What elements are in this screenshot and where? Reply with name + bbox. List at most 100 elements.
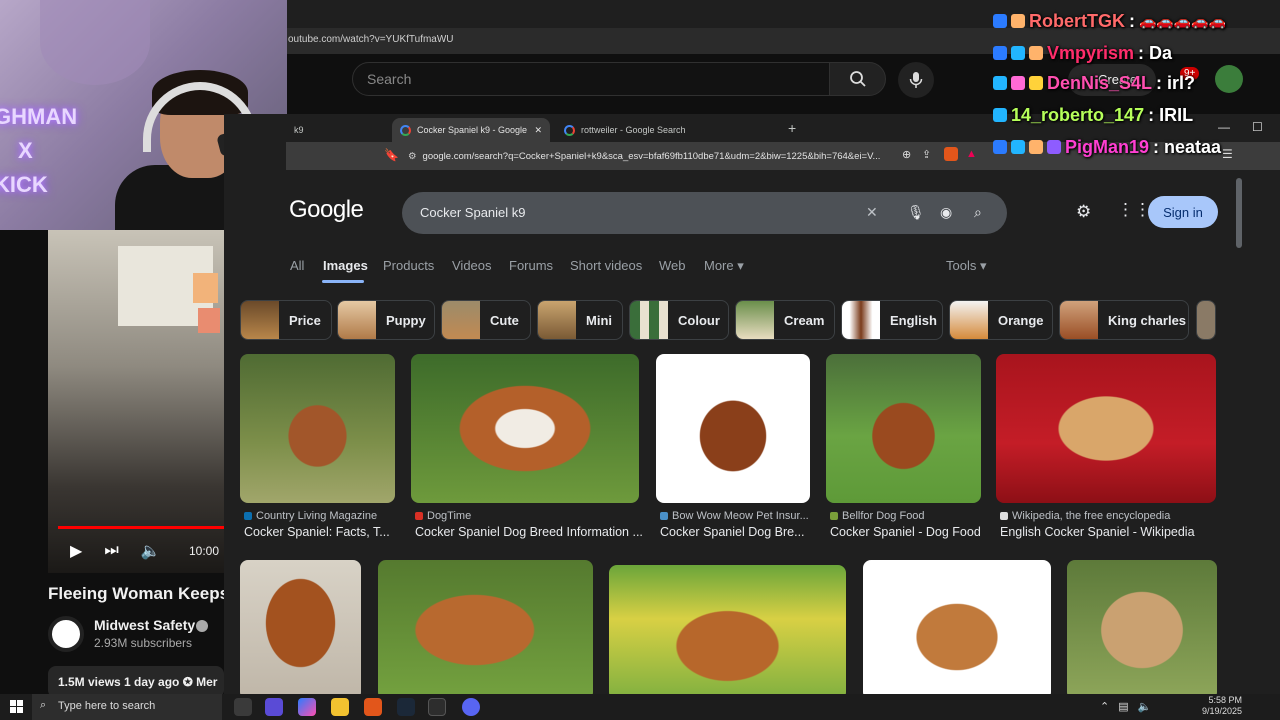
copilot-icon[interactable] [298,698,316,716]
video-frame-postit [193,273,218,303]
result-image[interactable] [609,565,846,694]
new-tab-icon[interactable]: + [788,120,796,136]
result-image[interactable] [1067,560,1217,694]
omnibox[interactable]: ⚙ google.com/search?q=Cocker+Spaniel+k9&… [408,146,1008,166]
search-input[interactable]: Cocker Spaniel k9 [420,205,526,220]
site-info-icon[interactable]: ⚙ [408,151,417,162]
youtube-url[interactable]: outube.com/watch?v=YUKfTufmaWU [288,34,454,45]
zoom-icon[interactable]: ⊕ [902,148,911,161]
brave-shield-icon[interactable] [944,147,958,161]
result-title[interactable]: Cocker Spaniel Dog Bre... [660,525,814,539]
clear-icon[interactable]: ✕ [866,204,878,221]
result-source[interactable]: DogTime [415,510,471,522]
result-image[interactable] [378,560,593,694]
tab-short-videos[interactable]: Short videos [570,258,642,273]
taskbar-clock[interactable]: 5:58 PM 9/19/2025 [1202,695,1242,717]
brave-rewards-icon[interactable]: ▲ [966,148,977,160]
tab-all[interactable]: All [290,258,304,273]
chip-mini[interactable]: Mini [537,300,623,340]
tab-label: Cocker Spaniel k9 - Google Search [417,125,528,135]
video-player[interactable] [48,228,224,573]
chip-thumbnail [1197,301,1215,339]
tab-rottweiler[interactable]: rottweiler - Google Search [556,118,726,142]
google-search-box[interactable]: Cocker Spaniel k9 ✕ 🎙 ◉ ⌕ [402,192,1007,234]
image-result[interactable]: DogTime Cocker Spaniel Dog Breed Informa… [411,354,643,544]
result-source[interactable]: Bow Wow Meow Pet Insur... [660,510,809,522]
search-icon [849,71,866,87]
scrollbar[interactable] [1236,178,1242,248]
windows-start-icon[interactable] [10,700,23,713]
result-image[interactable] [996,354,1216,503]
badge-icon [993,46,1007,60]
youtube-search-button[interactable] [829,62,886,96]
tab-k9[interactable]: k9 [286,118,386,142]
result-title[interactable]: English Cocker Spaniel - Wikipedia [1000,525,1220,539]
steam-icon[interactable] [397,698,415,716]
close-tab-icon[interactable]: ✕ [534,125,542,136]
google-logo[interactable]: Google [289,196,364,224]
chip-cream[interactable]: Cream [735,300,835,340]
result-title[interactable]: Cocker Spaniel: Facts, T... [244,525,399,539]
result-image[interactable] [240,354,395,503]
share-icon[interactable]: ⇪ [922,148,931,161]
tab-more[interactable]: More ▾ [704,258,744,274]
microphone-icon[interactable]: 🎙 [907,204,925,221]
tab-images[interactable]: Images [323,258,368,273]
settings-gear-icon[interactable]: ⚙ [1076,202,1091,222]
chevron-up-icon[interactable]: ⌃ [1100,700,1109,713]
chip-more[interactable] [1196,300,1216,340]
taskbar-search-input[interactable]: ⌕ Type here to search [32,694,222,720]
chip-king-charles[interactable]: King charles [1059,300,1189,340]
channel-avatar[interactable] [48,616,84,652]
lens-icon[interactable]: ◉ [940,204,952,221]
chip-price[interactable]: Price [240,300,332,340]
result-image[interactable] [863,560,1051,694]
tab-cocker-spaniel[interactable]: Cocker Spaniel k9 - Google Search ✕ [392,118,550,142]
result-image[interactable] [411,354,639,503]
tab-web[interactable]: Web [659,258,686,273]
result-source[interactable]: Country Living Magazine [244,510,377,522]
youtube-search-input[interactable]: Search [352,62,830,96]
youtube-voice-search-button[interactable] [898,62,934,98]
chip-label: Price [289,312,321,328]
result-title[interactable]: Cocker Spaniel Dog Breed Information ... [415,525,643,539]
channel-name[interactable]: Midwest Safety [94,617,195,633]
tab-videos[interactable]: Videos [452,258,492,273]
volume-icon[interactable]: 🔈 [1138,700,1152,713]
app-icon[interactable] [428,698,446,716]
chip-cute[interactable]: Cute [441,300,531,340]
image-result[interactable]: Wikipedia, the free encyclopedia English… [996,354,1218,544]
omnibox-url[interactable]: google.com/search?q=Cocker+Spaniel+k9&sc… [423,151,881,162]
image-result[interactable]: Bellfor Dog Food Cocker Spaniel - Dog Fo… [826,354,981,544]
chip-english[interactable]: English [841,300,943,340]
brave-browser-icon[interactable] [364,698,382,716]
discord-icon[interactable] [462,698,480,716]
volume-icon[interactable]: 🔈 [141,541,161,561]
chip-orange[interactable]: Orange [949,300,1053,340]
image-result[interactable]: Country Living Magazine Cocker Spaniel: … [240,354,395,544]
app-icon[interactable] [265,698,283,716]
play-icon[interactable]: ▶ [70,541,82,561]
sign-in-button[interactable]: Sign in [1148,196,1218,228]
file-explorer-icon[interactable] [331,698,349,716]
tab-products[interactable]: Products [383,258,434,273]
result-source[interactable]: Bellfor Dog Food [830,510,925,522]
next-icon[interactable]: ⏭ [104,542,118,560]
result-source[interactable]: Wikipedia, the free encyclopedia [1000,510,1170,522]
result-title[interactable]: Cocker Spaniel - Dog Food [830,525,985,539]
result-image[interactable] [826,354,981,503]
network-icon[interactable]: ▤ [1118,700,1128,713]
video-progress-bar[interactable] [58,526,224,529]
search-icon[interactable]: ⌕ [974,204,982,221]
result-image[interactable] [240,560,361,694]
bookmark-icon[interactable]: 🔖 [384,148,399,162]
image-result[interactable]: Bow Wow Meow Pet Insur... Cocker Spaniel… [656,354,810,544]
task-view-icon[interactable] [234,698,252,716]
chip-label: Orange [998,312,1044,328]
chip-colour[interactable]: Colour [629,300,729,340]
tools-button[interactable]: Tools ▾ [946,258,987,274]
apps-grid-icon[interactable]: ⋮⋮ [1117,200,1151,220]
tab-forums[interactable]: Forums [509,258,553,273]
result-image[interactable] [656,354,810,503]
chip-puppy[interactable]: Puppy [337,300,435,340]
